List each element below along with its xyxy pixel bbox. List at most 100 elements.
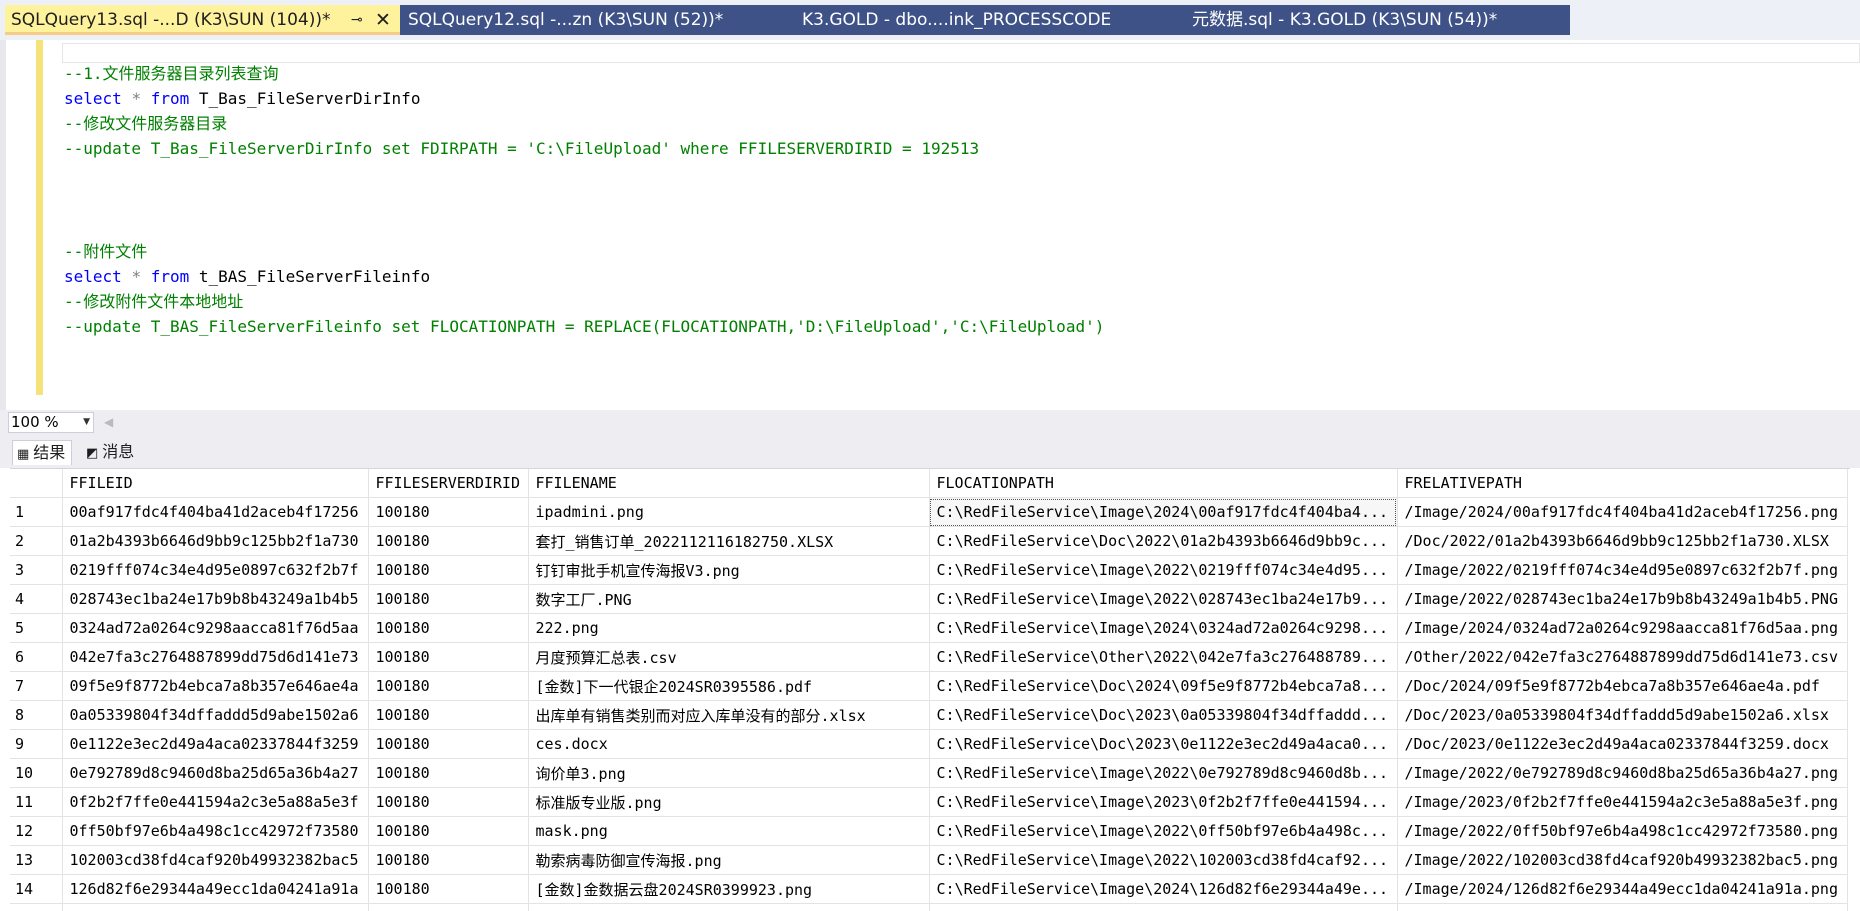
table-cell[interactable]: /Image/2022/0e792789d8c9460d8ba25d65a36b… [1397, 759, 1847, 788]
tab-sqlquery12[interactable]: SQLQuery12.sql -...zn (K3\SUN (52))* [408, 5, 723, 35]
table-cell[interactable]: ces.docx [528, 730, 929, 759]
table-cell[interactable]: 100180 [368, 614, 528, 643]
table-cell[interactable]: C:\RedFileService\Image\2024\0324ad72a02… [929, 614, 1397, 643]
code-line-8[interactable]: --update T_BAS_FileServerFileinfo set FL… [64, 317, 1104, 337]
zoom-dropdown[interactable]: 100 % ▼ [8, 412, 94, 433]
table-cell[interactable]: 0324ad72a0264c9298aacca81f76d5aa [62, 614, 368, 643]
table-cell[interactable]: C:\RedFileService\Doc\2023\0a05339804f34… [929, 701, 1397, 730]
row-number-cell[interactable]: 7 [10, 672, 62, 701]
code-line-3[interactable]: --修改文件服务器目录 [64, 114, 227, 134]
table-cell[interactable]: C:\RedFileService\Image\2022\0e792789d8c… [929, 759, 1397, 788]
row-number-cell[interactable]: 1 [10, 498, 62, 527]
code-line-6[interactable]: select * from t_BAS_FileServerFileinfo [64, 267, 430, 287]
table-cell[interactable]: 126d82f6e29344a49ecc1da04241a91a [62, 875, 368, 904]
code-line-1[interactable]: --1.文件服务器目录列表查询 [64, 64, 279, 84]
table-cell[interactable]: 100180 [368, 556, 528, 585]
table-cell[interactable]: 09f5e9f8772b4ebca7a8b357e646ae4a [62, 672, 368, 701]
scroll-left-icon[interactable]: ◀ [104, 415, 113, 429]
table-cell[interactable]: 100180 [368, 846, 528, 875]
table-cell[interactable]: 100180 [368, 701, 528, 730]
table-cell[interactable]: 100180 [368, 498, 528, 527]
table-cell[interactable]: /Image/2024/0324ad72a0264c9298aacca81f76… [1397, 614, 1847, 643]
code-line-7[interactable]: --修改附件文件本地地址 [64, 292, 243, 312]
table-cell[interactable]: 042e7fa3c2764887899dd75d6d141e73 [62, 643, 368, 672]
table-cell[interactable]: 出库单有销售类别而对应入库单没有的部分.xlsx [528, 701, 929, 730]
table-cell[interactable]: 100180 [368, 672, 528, 701]
table-row[interactable]: 110f2b2f7ffe0e441594a2c3e5a88a5e3f100180… [10, 788, 1847, 817]
table-row[interactable]: 120ff50bf97e6b4a498c1cc42972f73580100180… [10, 817, 1847, 846]
row-number-cell[interactable]: 12 [10, 817, 62, 846]
code-line-4[interactable]: --update T_Bas_FileServerDirInfo set FDI… [64, 139, 979, 159]
table-cell[interactable]: 100180 [368, 759, 528, 788]
column-header[interactable]: FRELATIVEPATH [1397, 469, 1847, 498]
table-cell[interactable]: /Doc/2022/01a2b4393b6646d9bb9c125bb2f1a7… [1397, 527, 1847, 556]
table-cell[interactable]: 100180 [368, 788, 528, 817]
code-line-5[interactable]: --附件文件 [64, 242, 147, 262]
table-row[interactable]: 50324ad72a0264c9298aacca81f76d5aa1001802… [10, 614, 1847, 643]
table-cell[interactable]: 0ff50bf97e6b4a498c1cc42972f73580 [62, 817, 368, 846]
table-row[interactable]: 30219fff074c34e4d95e0897c632f2b7f100180钉… [10, 556, 1847, 585]
tab-metadata-sql[interactable]: 元数据.sql - K3.GOLD (K3\SUN (54))* [1192, 5, 1497, 35]
table-cell[interactable]: 数字工厂.PNG [528, 585, 929, 614]
table-cell[interactable]: 标准版专业版.png [528, 788, 929, 817]
table-cell[interactable]: [金数]下一代银企2024SR0395586.pdf [528, 672, 929, 701]
code-line-2[interactable]: select * from T_Bas_FileServerDirInfo [64, 89, 420, 109]
tab-sqlquery13[interactable]: SQLQuery13.sql -...D (K3\SUN (104))* ⊸ ✕ [5, 5, 400, 35]
tab-processcode[interactable]: K3.GOLD - dbo....ink_PROCESSCODE [802, 5, 1111, 35]
table-cell[interactable]: /Image/2022/028743ec1ba24e17b9b8b43249a1… [1397, 585, 1847, 614]
table-cell[interactable]: 套打_销售订单_2022112116182750.XLSX [528, 527, 929, 556]
table-cell[interactable]: 询价单3.png [528, 759, 929, 788]
table-cell[interactable]: /Doc/2023/0a05339804f34dffaddd5d9abe1502… [1397, 701, 1847, 730]
table-cell[interactable]: /Image/2024/00af917fdc4f404ba41d2aceb4f1… [1397, 498, 1847, 527]
table-cell[interactable]: 100180 [368, 585, 528, 614]
table-cell[interactable]: 0e792789d8c9460d8ba25d65a36b4a27 [62, 759, 368, 788]
row-number-cell[interactable]: 10 [10, 759, 62, 788]
tab-results[interactable]: ▦结果 [12, 440, 72, 465]
table-cell[interactable]: 100180 [368, 730, 528, 759]
row-number-cell[interactable]: 9 [10, 730, 62, 759]
sql-editor[interactable]: --1.文件服务器目录列表查询 select * from T_Bas_File… [0, 40, 1860, 410]
column-header[interactable]: FLOCATIONPATH [929, 469, 1397, 498]
results-grid[interactable]: FFILEID FFILESERVERDIRID FFILENAME FLOCA… [10, 468, 1850, 911]
close-icon[interactable]: ✕ [375, 5, 391, 35]
table-row[interactable]: 4028743ec1ba24e17b9b8b43249a1b4b5100180数… [10, 585, 1847, 614]
table-row[interactable]: 14126d82f6e29344a49ecc1da04241a91a100180… [10, 875, 1847, 904]
table-row[interactable]: 100af917fdc4f404ba41d2aceb4f17256100180i… [10, 498, 1847, 527]
row-number-cell[interactable]: 8 [10, 701, 62, 730]
table-cell[interactable]: C:\RedFileService\Other\2022\042e7fa3c27… [929, 643, 1397, 672]
table-cell[interactable]: C:\RedFileService\Doc\2023\0e1122e3ec2d4… [929, 730, 1397, 759]
table-cell[interactable]: C:\RedFileService\Doc\2024\09f5e9f8772b4… [929, 672, 1397, 701]
table-cell[interactable]: 222.png [528, 614, 929, 643]
row-number-cell[interactable]: 5 [10, 614, 62, 643]
table-row[interactable]: 6042e7fa3c2764887899dd75d6d141e73100180月… [10, 643, 1847, 672]
table-cell[interactable]: 100180 [368, 817, 528, 846]
table-cell[interactable]: C:\RedFileService\Image\2023\0f2b2f7ffe0… [929, 788, 1397, 817]
table-cell[interactable]: /Doc/2024/09f5e9f8772b4ebca7a8b357e646ae… [1397, 672, 1847, 701]
row-number-cell[interactable]: 14 [10, 875, 62, 904]
table-cell[interactable]: /Image/2024/126d82f6e29344a49ecc1da04241… [1397, 875, 1847, 904]
table-row[interactable]: 90e1122e3ec2d49a4aca02337844f3259100180c… [10, 730, 1847, 759]
table-cell[interactable]: C:\RedFileService\Image\2022\0ff50bf97e6… [929, 817, 1397, 846]
column-header[interactable]: FFILESERVERDIRID [368, 469, 528, 498]
table-cell[interactable]: 102003cd38fd4caf920b49932382bac5 [62, 846, 368, 875]
table-cell[interactable]: 0a05339804f34dffaddd5d9abe1502a6 [62, 701, 368, 730]
row-number-cell[interactable]: 13 [10, 846, 62, 875]
row-number-cell[interactable]: 3 [10, 556, 62, 585]
table-cell[interactable]: C:\RedFileService\Image\2022\028743ec1ba… [929, 585, 1397, 614]
table-row[interactable]: 80a05339804f34dffaddd5d9abe1502a6100180出… [10, 701, 1847, 730]
column-header[interactable]: FFILEID [62, 469, 368, 498]
table-row[interactable]: 201a2b4393b6646d9bb9c125bb2f1a730100180套… [10, 527, 1847, 556]
pin-icon[interactable]: ⊸ [351, 5, 363, 35]
table-cell[interactable]: 100180 [368, 527, 528, 556]
table-cell[interactable]: C:\RedFileService\Image\2022\0219fff074c… [929, 556, 1397, 585]
table-cell[interactable]: 100180 [368, 875, 528, 904]
table-cell[interactable]: /Image/2022/0219fff074c34e4d95e0897c632f… [1397, 556, 1847, 585]
table-cell[interactable]: /Image/2022/102003cd38fd4caf920b49932382… [1397, 846, 1847, 875]
table-cell[interactable]: [金数]金数据云盘2024SR0399923.png [528, 875, 929, 904]
table-row[interactable]: 709f5e9f8772b4ebca7a8b357e646ae4a100180[… [10, 672, 1847, 701]
table-cell[interactable]: 100180 [368, 643, 528, 672]
table-cell[interactable]: C:\RedFileService\Doc\2022\01a2b4393b664… [929, 527, 1397, 556]
table-cell[interactable]: 月度预算汇总表.csv [528, 643, 929, 672]
table-cell[interactable]: /Image/2022/0ff50bf97e6b4a498c1cc42972f7… [1397, 817, 1847, 846]
table-cell[interactable]: 勒索病毒防御宣传海报.png [528, 846, 929, 875]
